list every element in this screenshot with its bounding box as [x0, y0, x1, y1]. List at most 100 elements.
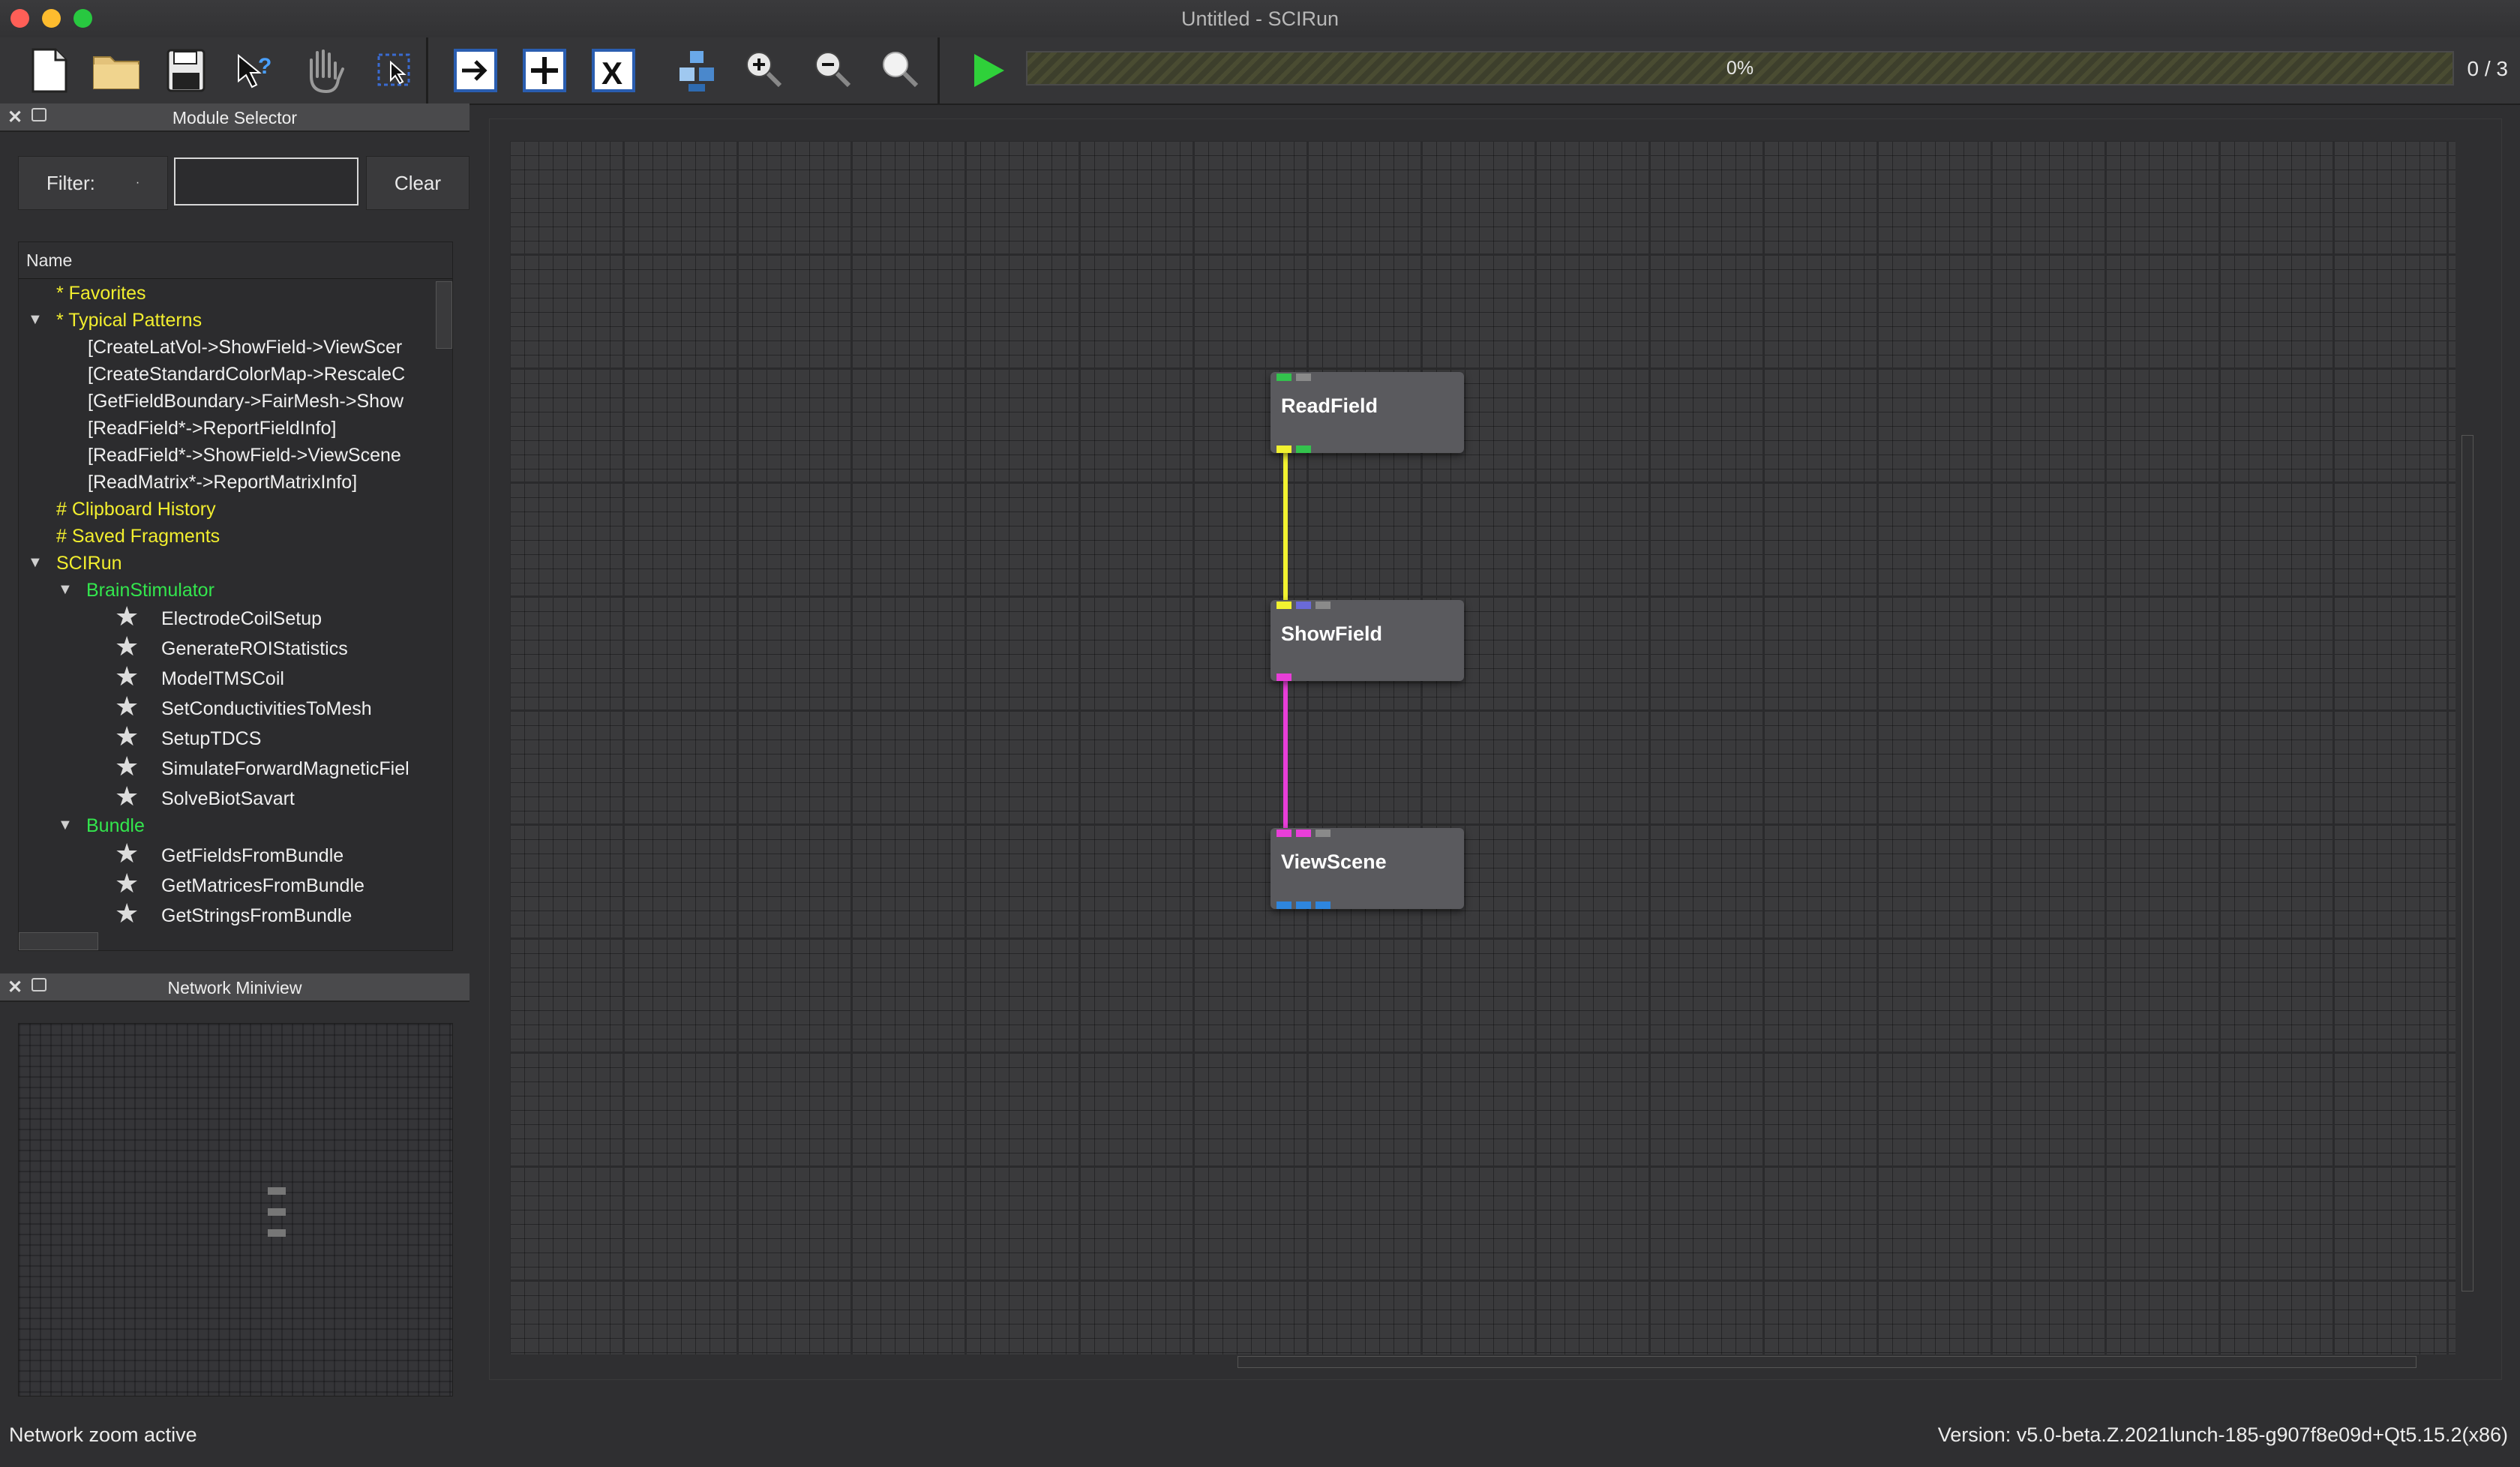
pattern-item[interactable]: [CreateStandardColorMap->RescaleC — [88, 364, 405, 386]
module-item[interactable]: GetMatricesFromBundle — [161, 875, 364, 897]
output-port[interactable] — [1296, 446, 1311, 453]
network-miniview-title: Network Miniview — [167, 978, 302, 998]
module-item[interactable]: ElectrodeCoilSetup — [161, 608, 322, 630]
input-port[interactable] — [1276, 830, 1292, 837]
filter-input[interactable] — [174, 158, 358, 206]
star-icon[interactable]: ★ — [115, 868, 139, 899]
input-port[interactable] — [1316, 602, 1330, 609]
star-icon[interactable]: ★ — [115, 781, 139, 812]
collapse-arrow-icon[interactable]: ▼ — [28, 554, 43, 572]
zoom-reset-button[interactable] — [872, 42, 928, 99]
module-title: ViewScene — [1281, 850, 1387, 873]
clear-network-button[interactable]: X — [585, 42, 642, 99]
star-icon[interactable]: ★ — [115, 691, 139, 722]
input-port[interactable] — [1296, 374, 1311, 381]
mini-module — [268, 1229, 286, 1237]
module-title: ShowField — [1281, 622, 1382, 645]
tree-item-favorites[interactable]: * Favorites — [56, 283, 146, 304]
star-icon[interactable]: ★ — [115, 631, 139, 662]
star-icon[interactable]: ★ — [115, 751, 139, 782]
module-title: ReadField — [1281, 394, 1378, 417]
tree-item-clipboard-history[interactable]: # Clipboard History — [56, 499, 216, 520]
star-icon[interactable]: ★ — [115, 838, 139, 869]
module-showfield[interactable]: ShowField — [1270, 600, 1464, 681]
input-port[interactable] — [1316, 830, 1330, 837]
module-item[interactable]: SetConductivitiesToMesh — [161, 698, 372, 720]
star-icon[interactable]: ★ — [115, 721, 139, 752]
zoom-out-button[interactable] — [804, 42, 861, 99]
output-port[interactable] — [1316, 902, 1330, 909]
arrange-modules-button[interactable] — [669, 42, 726, 99]
drag-mode-button[interactable] — [296, 42, 352, 99]
zoom-reset-icon — [883, 52, 919, 88]
save-icon — [166, 49, 206, 92]
toolbar: ? X 0% 0 / 3 — [0, 38, 2520, 105]
star-icon[interactable]: ★ — [115, 898, 139, 929]
module-item[interactable]: ModelTMSCoil — [161, 668, 284, 690]
pattern-item[interactable]: [GetFieldBoundary->FairMesh->Show — [88, 391, 404, 412]
whats-this-icon: ? — [238, 53, 272, 88]
svg-text:X: X — [602, 56, 622, 91]
play-icon — [974, 54, 1004, 87]
connections-layer — [1283, 450, 1288, 834]
pattern-item[interactable]: [ReadMatrix*->ReportMatrixInfo] — [88, 472, 357, 494]
input-port[interactable] — [1296, 602, 1311, 609]
filter-label[interactable]: Filter: · — [18, 156, 168, 210]
folder-icon — [93, 56, 140, 89]
canvas-horizontal-scrollbar[interactable] — [1238, 1356, 2416, 1368]
add-subnetwork-button[interactable] — [516, 42, 573, 99]
input-port[interactable] — [1276, 602, 1292, 609]
module-item[interactable]: SolveBiotSavart — [161, 788, 295, 810]
pattern-item[interactable]: [ReadField*->ShowField->ViewScene — [88, 445, 401, 466]
select-mode-button[interactable] — [366, 42, 423, 99]
star-icon[interactable]: ★ — [115, 661, 139, 692]
tree-item-saved-fragments[interactable]: # Saved Fragments — [56, 526, 220, 548]
zoom-in-button[interactable] — [735, 42, 792, 99]
canvas-vertical-scrollbar[interactable] — [2462, 435, 2474, 1292]
collapse-arrow-icon[interactable]: ▼ — [58, 817, 73, 834]
new-network-button[interactable] — [21, 42, 78, 99]
open-network-button[interactable] — [88, 42, 146, 99]
output-port[interactable] — [1296, 902, 1311, 909]
output-port[interactable] — [1276, 674, 1292, 681]
input-port[interactable] — [1296, 830, 1311, 837]
tree-item-bundle[interactable]: Bundle — [86, 815, 145, 837]
whats-this-button[interactable]: ? — [225, 42, 282, 99]
clear-filter-button[interactable]: Clear — [366, 156, 470, 210]
output-port[interactable] — [1276, 902, 1292, 909]
tree-item-scirun[interactable]: SCIRun — [56, 553, 122, 574]
module-item[interactable]: GenerateROIStatistics — [161, 638, 348, 660]
module-item[interactable]: SetupTDCS — [161, 728, 261, 750]
network-editor-canvas[interactable]: ReadField ShowField ViewScene — [510, 141, 2456, 1354]
tree-item-brainstimulator[interactable]: BrainStimulator — [86, 580, 214, 602]
plus-box-icon — [523, 49, 566, 92]
input-port[interactable] — [1276, 374, 1292, 381]
module-item[interactable]: GetFieldsFromBundle — [161, 845, 344, 867]
pattern-item[interactable]: [ReadField*->ReportFieldInfo] — [88, 418, 336, 440]
version-label: Version: v5.0-beta.Z.2021lunch-185-g907f… — [1937, 1424, 2508, 1446]
pattern-item[interactable]: [CreateLatVol->ShowField->ViewScer — [88, 337, 402, 358]
tree-horizontal-scrollbar[interactable] — [19, 932, 98, 950]
collapse-arrow-icon[interactable]: ▼ — [28, 311, 43, 328]
module-viewscene[interactable]: ViewScene — [1270, 828, 1464, 909]
tree-item-typical-patterns[interactable]: * Typical Patterns — [56, 310, 202, 332]
module-selector-title: Module Selector — [172, 108, 298, 128]
new-file-icon — [32, 48, 68, 93]
module-item[interactable]: GetStringsFromBundle — [161, 905, 352, 927]
save-network-button[interactable] — [158, 42, 214, 99]
output-port[interactable] — [1276, 446, 1292, 453]
insert-network-button[interactable] — [447, 42, 504, 99]
module-tree[interactable]: Name * Favorites ▼ * Typical Patterns [C… — [18, 242, 453, 951]
execute-all-button[interactable] — [960, 42, 1017, 99]
svg-text:?: ? — [258, 54, 272, 79]
status-bar: Network zoom active Version: v5.0-beta.Z… — [0, 1410, 2520, 1467]
progress-text: 0% — [1726, 58, 1754, 79]
star-icon[interactable]: ★ — [115, 601, 139, 632]
zoom-in-icon — [746, 52, 782, 88]
tree-vertical-scrollbar[interactable] — [436, 281, 452, 349]
collapse-arrow-icon[interactable]: ▼ — [58, 581, 73, 598]
module-readfield[interactable]: ReadField — [1270, 372, 1464, 453]
module-item[interactable]: SimulateForwardMagneticFiel — [161, 758, 410, 780]
execution-progress-bar: 0% — [1026, 51, 2454, 86]
network-miniview[interactable] — [18, 1023, 453, 1396]
